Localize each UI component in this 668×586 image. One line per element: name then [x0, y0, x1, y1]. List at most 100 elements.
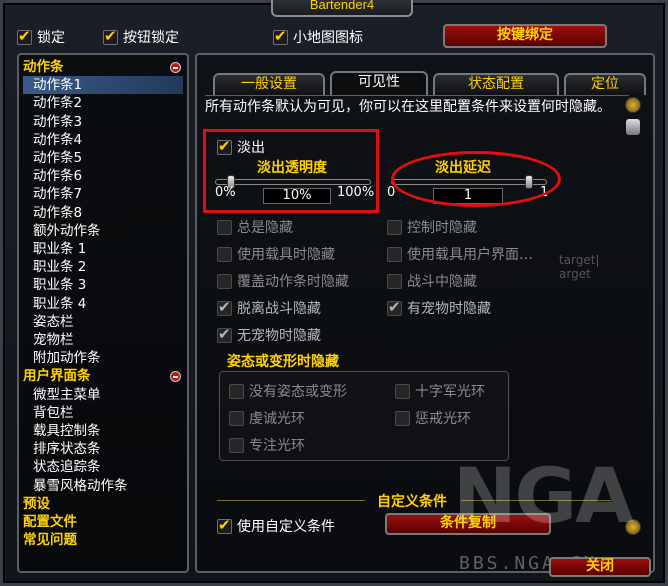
sidebar-item[interactable]: 背包栏	[23, 404, 183, 422]
sidebar-category[interactable]: 配置文件	[23, 513, 183, 531]
hide-option-checkbox[interactable]: 总是隐藏	[217, 217, 293, 237]
collapse-icon[interactable]	[170, 62, 181, 73]
sidebar-category[interactable]: 用户界面条	[23, 367, 183, 385]
sidebar-item-label: 职业条 4	[33, 295, 87, 312]
tab-state-config[interactable]: 状态配置	[433, 73, 559, 95]
sidebar-item[interactable]: 额外动作条	[23, 222, 183, 240]
hide-option-checkbox[interactable]: 无宠物时隐藏	[217, 325, 321, 345]
hide-option-checkbox[interactable]: 控制时隐藏	[387, 217, 477, 237]
checkbox-icon	[217, 246, 232, 262]
stance-group-title: 姿态或变形时隐藏	[227, 354, 339, 370]
sidebar-item-label: 附加动作条	[33, 350, 101, 367]
checkbox-icon	[387, 246, 402, 262]
tab-position[interactable]: 定位	[564, 73, 646, 95]
checkbox-icon	[387, 219, 402, 235]
sidebar-item-label: 背包栏	[33, 404, 74, 421]
sidebar-item[interactable]: 排序状态条	[23, 440, 183, 458]
collapse-icon[interactable]	[170, 371, 181, 383]
sidebar-item[interactable]: 载具控制条	[23, 422, 183, 440]
sidebar-item[interactable]: 动作条5	[23, 149, 183, 167]
checkbox-icon	[217, 298, 232, 316]
use-custom-checkbox[interactable]: 使用自定义条件	[217, 516, 335, 536]
sidebar-item-label: 配置文件	[23, 514, 77, 531]
stance-option-label: 虔诚光环	[249, 411, 305, 427]
checkbox-icon	[273, 27, 288, 45]
stance-option-checkbox[interactable]: 没有姿态或变形	[229, 381, 347, 401]
stance-option-checkbox[interactable]: 惩戒光环	[395, 408, 471, 428]
minimap-icon-checkbox[interactable]: 小地图图标	[273, 27, 363, 47]
sidebar-item[interactable]: 动作条6	[23, 167, 183, 185]
hide-option-label: 使用载具用户界面…	[407, 247, 533, 263]
sidebar-item[interactable]: 动作条7	[23, 185, 183, 203]
sidebar-category[interactable]: 预设	[23, 495, 183, 513]
checkbox-icon	[217, 273, 232, 289]
scroll-up-icon[interactable]	[625, 97, 641, 113]
sidebar-item[interactable]: 暴雪风格动作条	[23, 477, 183, 495]
sidebar-item-label: 排序状态条	[33, 441, 101, 458]
stance-option-checkbox[interactable]: 虔诚光环	[229, 408, 305, 428]
sidebar-item[interactable]: 姿态栏	[23, 313, 183, 331]
sidebar-item-label: 动作条	[23, 59, 64, 75]
sidebar-item[interactable]: 状态追踪条	[23, 458, 183, 476]
stance-option-label: 惩戒光环	[415, 411, 471, 427]
checkbox-icon	[395, 410, 410, 426]
divider-left	[217, 500, 365, 501]
sidebar-item-label: 微型主菜单	[33, 386, 101, 403]
checkbox-icon	[387, 273, 402, 289]
sidebar-item[interactable]: 宠物栏	[23, 331, 183, 349]
sidebar-item[interactable]: 动作条3	[23, 113, 183, 131]
hide-option-label: 覆盖动作条时隐藏	[237, 274, 349, 290]
hide-option-checkbox[interactable]: 脱离战斗隐藏	[217, 298, 321, 318]
checkbox-icon	[229, 383, 244, 399]
hide-option-checkbox[interactable]: 使用载具时隐藏	[217, 244, 335, 264]
sidebar-item-label: 动作条1	[33, 77, 83, 94]
keybind-button[interactable]: 按键绑定	[443, 24, 607, 48]
use-custom-label: 使用自定义条件	[237, 519, 335, 535]
sidebar-item-label: 动作条6	[33, 168, 83, 185]
sidebar-item[interactable]: 职业条 1	[23, 240, 183, 258]
hide-option-checkbox[interactable]: 战斗中隐藏	[387, 271, 477, 291]
sidebar-item-label: 额外动作条	[33, 222, 101, 239]
button-lock-checkbox[interactable]: 按钮锁定	[103, 27, 179, 47]
nga-watermark-logo: NGA	[453, 451, 634, 540]
hide-option-label: 无宠物时隐藏	[237, 328, 321, 344]
sidebar-item-label: 姿态栏	[33, 313, 74, 330]
checkbox-icon	[217, 516, 232, 534]
sidebar-item[interactable]: 职业条 2	[23, 258, 183, 276]
sidebar-item[interactable]: 动作条2	[23, 94, 183, 112]
sidebar-item[interactable]: 动作条8	[23, 204, 183, 222]
sidebar-item-label: 职业条 1	[33, 241, 87, 258]
sidebar-item-label: 职业条 3	[33, 277, 87, 294]
checkbox-icon	[395, 383, 410, 399]
hide-option-checkbox[interactable]: 覆盖动作条时隐藏	[217, 271, 349, 291]
sidebar-item-label: 常见问题	[23, 532, 77, 549]
sidebar-item[interactable]: 动作条1	[23, 76, 183, 95]
stance-option-label: 专注光环	[249, 438, 305, 454]
tab-visibility[interactable]: 可见性	[330, 71, 428, 95]
sidebar-item[interactable]: 职业条 4	[23, 295, 183, 313]
sidebar-item-label: 载具控制条	[33, 423, 101, 440]
tab-general[interactable]: 一般设置	[213, 73, 325, 95]
ghost-target-text: target| arget	[559, 253, 600, 281]
lock-checkbox[interactable]: 锁定	[17, 27, 65, 47]
sidebar-item[interactable]: 微型主菜单	[23, 386, 183, 404]
sidebar-category[interactable]: 动作条	[23, 58, 183, 76]
visibility-description: 所有动作条默认为可见，你可以在这里配置条件来设置何时隐藏。	[205, 99, 611, 115]
sidebar-item-label: 动作条3	[33, 113, 83, 130]
stance-option-checkbox[interactable]: 专注光环	[229, 435, 305, 455]
hide-option-checkbox[interactable]: 使用载具用户界面…	[387, 244, 533, 264]
scroll-thumb[interactable]	[626, 119, 640, 135]
sidebar-item[interactable]: 动作条4	[23, 131, 183, 149]
sidebar-item[interactable]: 职业条 3	[23, 276, 183, 294]
checkbox-icon	[103, 27, 118, 45]
hide-option-checkbox[interactable]: 有宠物时隐藏	[387, 298, 491, 318]
sidebar-category[interactable]: 常见问题	[23, 531, 183, 549]
close-button[interactable]: 关闭	[549, 557, 651, 577]
stance-option-checkbox[interactable]: 十字军光环	[395, 381, 485, 401]
sidebar-item-label: 用户界面条	[23, 368, 91, 385]
highlight-ellipse	[391, 151, 561, 207]
highlight-box	[203, 129, 379, 213]
sidebar: 动作条动作条1 动作条2 动作条3 动作条4 动作条5 动作条6 动作条7 动作条8 额外动作条…	[17, 53, 189, 573]
sidebar-item[interactable]: 附加动作条	[23, 349, 183, 367]
hide-option-label: 总是隐藏	[237, 220, 293, 236]
